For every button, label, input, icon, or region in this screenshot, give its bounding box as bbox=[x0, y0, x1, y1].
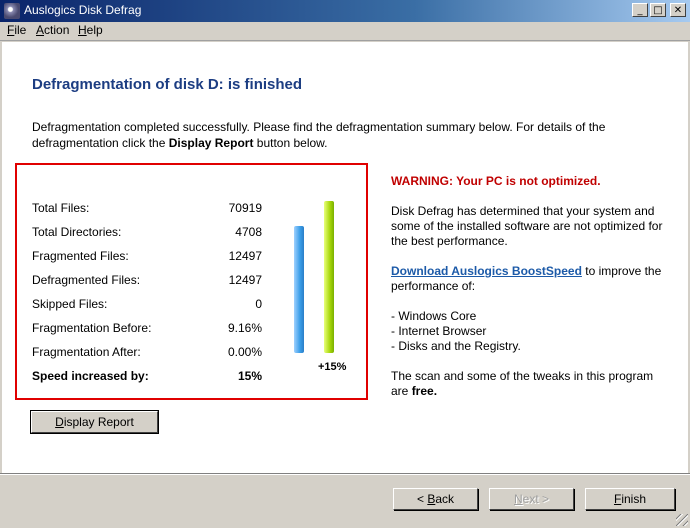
menu-file[interactable]: File bbox=[7, 23, 26, 37]
minimize-button[interactable]: _ bbox=[632, 3, 648, 17]
free-note: The scan and some of the tweaks in this … bbox=[391, 369, 654, 398]
main-content: Defragmentation of disk D: is finished D… bbox=[2, 42, 688, 473]
footer-separator bbox=[0, 473, 690, 475]
warning-body: Disk Defrag has determined that your sys… bbox=[391, 204, 663, 248]
stat-defragmented-files: Defragmented Files: 12497 bbox=[32, 273, 262, 287]
title-bar[interactable]: Auslogics Disk Defrag _ □ ✕ bbox=[0, 0, 690, 22]
close-button[interactable]: ✕ bbox=[670, 3, 686, 17]
speed-bar-label: +15% bbox=[318, 361, 347, 373]
summary-box: Total Files: 70919 Total Directories: 4708… bbox=[15, 163, 368, 400]
speed-after-bar bbox=[324, 201, 334, 353]
stat-speed-increase: Speed increased by: 15% bbox=[32, 369, 262, 383]
menu-action[interactable]: Action bbox=[36, 23, 69, 37]
display-report-button[interactable]: Display Report bbox=[30, 410, 159, 434]
finish-button[interactable]: Finish bbox=[585, 488, 675, 510]
maximize-button[interactable]: □ bbox=[650, 3, 666, 17]
optimize-item: - Internet Browser bbox=[391, 324, 487, 338]
warning-title: WARNING: Your PC is not optimized. bbox=[391, 174, 601, 188]
menu-help[interactable]: Help bbox=[78, 23, 103, 37]
next-button[interactable]: Next > bbox=[489, 488, 574, 510]
boostspeed-link[interactable]: Download Auslogics BoostSpeed bbox=[391, 264, 582, 278]
window-title: Auslogics Disk Defrag bbox=[24, 3, 142, 17]
page-title: Defragmentation of disk D: is finished bbox=[32, 76, 303, 93]
app-icon bbox=[4, 3, 20, 19]
optimize-item: - Disks and the Registry. bbox=[391, 339, 521, 353]
stat-total-files: Total Files: 70919 bbox=[32, 201, 262, 215]
intro-text: Defragmentation completed successfully. … bbox=[32, 120, 606, 150]
optimization-warning-panel: WARNING: Your PC is not optimized. Disk … bbox=[391, 174, 671, 399]
resize-grip-icon[interactable] bbox=[676, 514, 688, 526]
back-button[interactable]: < Back bbox=[393, 488, 478, 510]
stat-skipped-files: Skipped Files: 0 bbox=[32, 297, 262, 311]
speed-before-bar bbox=[294, 226, 304, 353]
stat-fragmented-files: Fragmented Files: 12497 bbox=[32, 249, 262, 263]
stat-fragmentation-after: Fragmentation After: 0.00% bbox=[32, 345, 262, 359]
stat-total-directories: Total Directories: 4708 bbox=[32, 225, 262, 239]
optimize-item: - Windows Core bbox=[391, 309, 477, 323]
stat-fragmentation-before: Fragmentation Before: 9.16% bbox=[32, 321, 262, 335]
menu-bar: File Action Help bbox=[0, 22, 690, 41]
boostspeed-paragraph: Download Auslogics BoostSpeed to improve… bbox=[391, 264, 662, 293]
